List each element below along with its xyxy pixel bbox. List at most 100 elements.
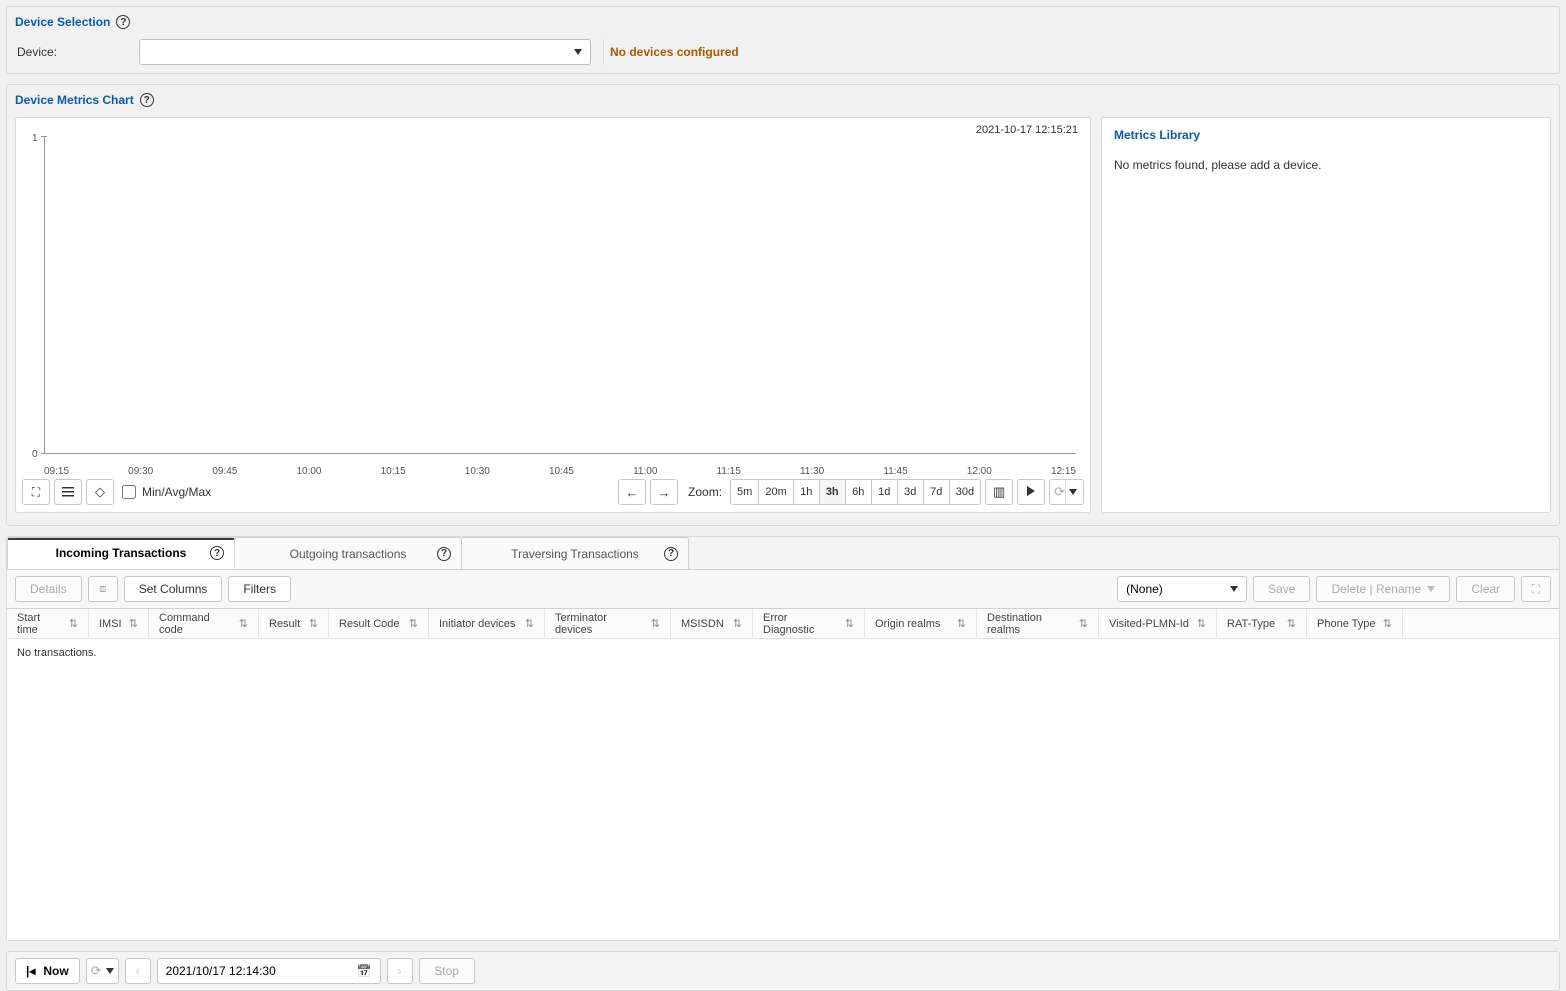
column-header[interactable]: Error Diagnostic — [753, 609, 865, 638]
sort-icon — [727, 617, 742, 630]
column-header[interactable]: Phone Type — [1307, 609, 1403, 638]
device-metrics-chart-title: Device Metrics Chart ? — [15, 93, 154, 107]
save-button[interactable]: Save — [1253, 576, 1310, 602]
column-header[interactable]: Visited-PLMN-Id — [1099, 609, 1217, 638]
chart-refresh-split-button[interactable] — [1049, 479, 1084, 505]
stop-button[interactable]: Stop — [419, 958, 475, 984]
sort-icon — [1191, 617, 1206, 630]
zoom-1h-button[interactable]: 1h — [793, 479, 819, 505]
tab-outgoing-label: Outgoing transactions — [290, 547, 407, 561]
delete-rename-button[interactable]: Delete | Rename — [1316, 576, 1450, 602]
column-header-label: Result Code — [339, 618, 400, 630]
sort-icon — [951, 617, 966, 630]
device-row: Device: No devices configured — [15, 39, 1551, 65]
filters-button[interactable]: Filters — [228, 576, 291, 602]
chart-plot: 0 1 — [30, 136, 1076, 462]
bottom-prev-button[interactable]: ‹ — [125, 958, 151, 984]
zoom-group: 5m20m1h3h6h1d3d7d30d — [730, 479, 981, 505]
sort-icon — [645, 617, 660, 630]
column-header[interactable]: Start time — [7, 609, 89, 638]
clear-button[interactable]: Clear — [1456, 576, 1515, 602]
column-header[interactable]: Command code — [149, 609, 259, 638]
device-selection-title: Device Selection ? — [15, 15, 130, 29]
metrics-library-title: Metrics Library — [1114, 128, 1538, 142]
minavgmax-checkbox[interactable]: Min/Avg/Max — [122, 485, 211, 499]
column-header[interactable]: Result Code — [329, 609, 429, 638]
now-label: Now — [43, 964, 68, 978]
column-header[interactable]: Origin realms — [865, 609, 977, 638]
datetime-field[interactable]: 2021/10/17 12:14:30 — [157, 958, 381, 984]
device-selection-panel: Device Selection ? Device: No devices co… — [6, 6, 1560, 74]
chart-play-button[interactable] — [1017, 479, 1045, 505]
minavgmax-label: Min/Avg/Max — [142, 485, 211, 499]
set-columns-button[interactable]: Set Columns — [124, 576, 223, 602]
column-header-label: Terminator devices — [555, 612, 645, 636]
zoom-7d-button[interactable]: 7d — [923, 479, 949, 505]
chart-clear-button[interactable] — [86, 479, 114, 505]
chevron-down-icon — [1230, 586, 1238, 592]
chart-y-tick — [41, 136, 47, 137]
chart-expand-button[interactable] — [22, 479, 50, 505]
column-header[interactable]: Destination realms — [977, 609, 1099, 638]
chart-y-tick-label: 0 — [32, 449, 38, 460]
chart-calendar-button[interactable] — [985, 479, 1013, 505]
column-header[interactable]: MSISDN — [671, 609, 753, 638]
filter-select[interactable]: (None) — [1117, 576, 1247, 602]
arrow-right-icon — [658, 485, 671, 500]
calendar-icon — [357, 964, 372, 978]
tab-incoming[interactable]: Incoming Transactions ? — [7, 537, 235, 569]
sort-icon — [1377, 617, 1392, 630]
column-header[interactable]: RAT-Type — [1217, 609, 1307, 638]
column-header-label: Phone Type — [1317, 618, 1376, 630]
help-icon[interactable]: ? — [140, 93, 154, 107]
minavgmax-checkbox-input[interactable] — [122, 485, 136, 499]
zoom-1d-button[interactable]: 1d — [871, 479, 897, 505]
help-icon[interactable]: ? — [437, 547, 451, 561]
transactions-panel: Incoming Transactions ? Outgoing transac… — [6, 536, 1560, 941]
zoom-3h-button[interactable]: 3h — [819, 479, 845, 505]
help-icon[interactable]: ? — [116, 15, 130, 29]
chart-y-tick-label: 1 — [32, 133, 38, 144]
device-metrics-chart-title-text: Device Metrics Chart — [15, 93, 134, 107]
arrow-left-icon — [626, 485, 639, 500]
column-header[interactable]: IMSI — [89, 609, 149, 638]
help-icon[interactable]: ? — [210, 546, 224, 560]
help-icon[interactable]: ? — [664, 547, 678, 561]
details-button[interactable]: Details — [15, 576, 82, 602]
now-button[interactable]: |◂ Now — [15, 958, 80, 984]
bottom-next-button[interactable]: › — [387, 958, 413, 984]
zoom-5m-button[interactable]: 5m — [730, 479, 758, 505]
chart-nav-forward-button[interactable] — [650, 479, 678, 505]
tab-traversing[interactable]: Traversing Transactions ? — [461, 537, 689, 569]
metrics-body: 2021-10-17 12:15:21 0 1 09:1509:3009:451… — [15, 117, 1551, 513]
datetime-value: 2021/10/17 12:14:30 — [166, 964, 276, 978]
device-select[interactable] — [139, 39, 591, 65]
delete-rename-label: Delete | Rename — [1331, 582, 1421, 596]
chart-y-axis — [44, 136, 45, 454]
zoom-3d-button[interactable]: 3d — [897, 479, 923, 505]
column-header-label: Command code — [159, 612, 233, 636]
grid-header: Start timeIMSI Command code Result Result C… — [7, 609, 1559, 639]
chart-nav-back-button[interactable] — [618, 479, 646, 505]
grid-body: No transactions. — [7, 639, 1559, 940]
now-bar-icon: |◂ — [26, 964, 35, 978]
bottom-refresh-split-button[interactable] — [86, 958, 119, 984]
grid-icon-button[interactable] — [88, 576, 118, 602]
chevron-down-icon — [106, 968, 114, 974]
metrics-library-panel: Metrics Library No metrics found, please… — [1101, 117, 1551, 513]
tab-outgoing[interactable]: Outgoing transactions ? — [234, 537, 462, 569]
column-header[interactable]: Initiator devices — [429, 609, 545, 638]
chart-legend-button[interactable] — [54, 479, 82, 505]
zoom-30d-button[interactable]: 30d — [949, 479, 981, 505]
sort-icon — [1281, 617, 1296, 630]
zoom-20m-button[interactable]: 20m — [758, 479, 792, 505]
chevron-down-icon — [1427, 586, 1435, 592]
chart-toolbar: Min/Avg/Max Zoom: 5m20m1h3h6h1d3d7d30d — [22, 478, 1084, 506]
grid-expand-button[interactable] — [1521, 576, 1551, 602]
zoom-6h-button[interactable]: 6h — [845, 479, 871, 505]
sort-icon — [839, 617, 854, 630]
column-header[interactable]: Terminator devices — [545, 609, 671, 638]
column-header[interactable]: Result — [259, 609, 329, 638]
column-header-label: Destination realms — [987, 612, 1073, 636]
sort-icon — [233, 617, 248, 630]
